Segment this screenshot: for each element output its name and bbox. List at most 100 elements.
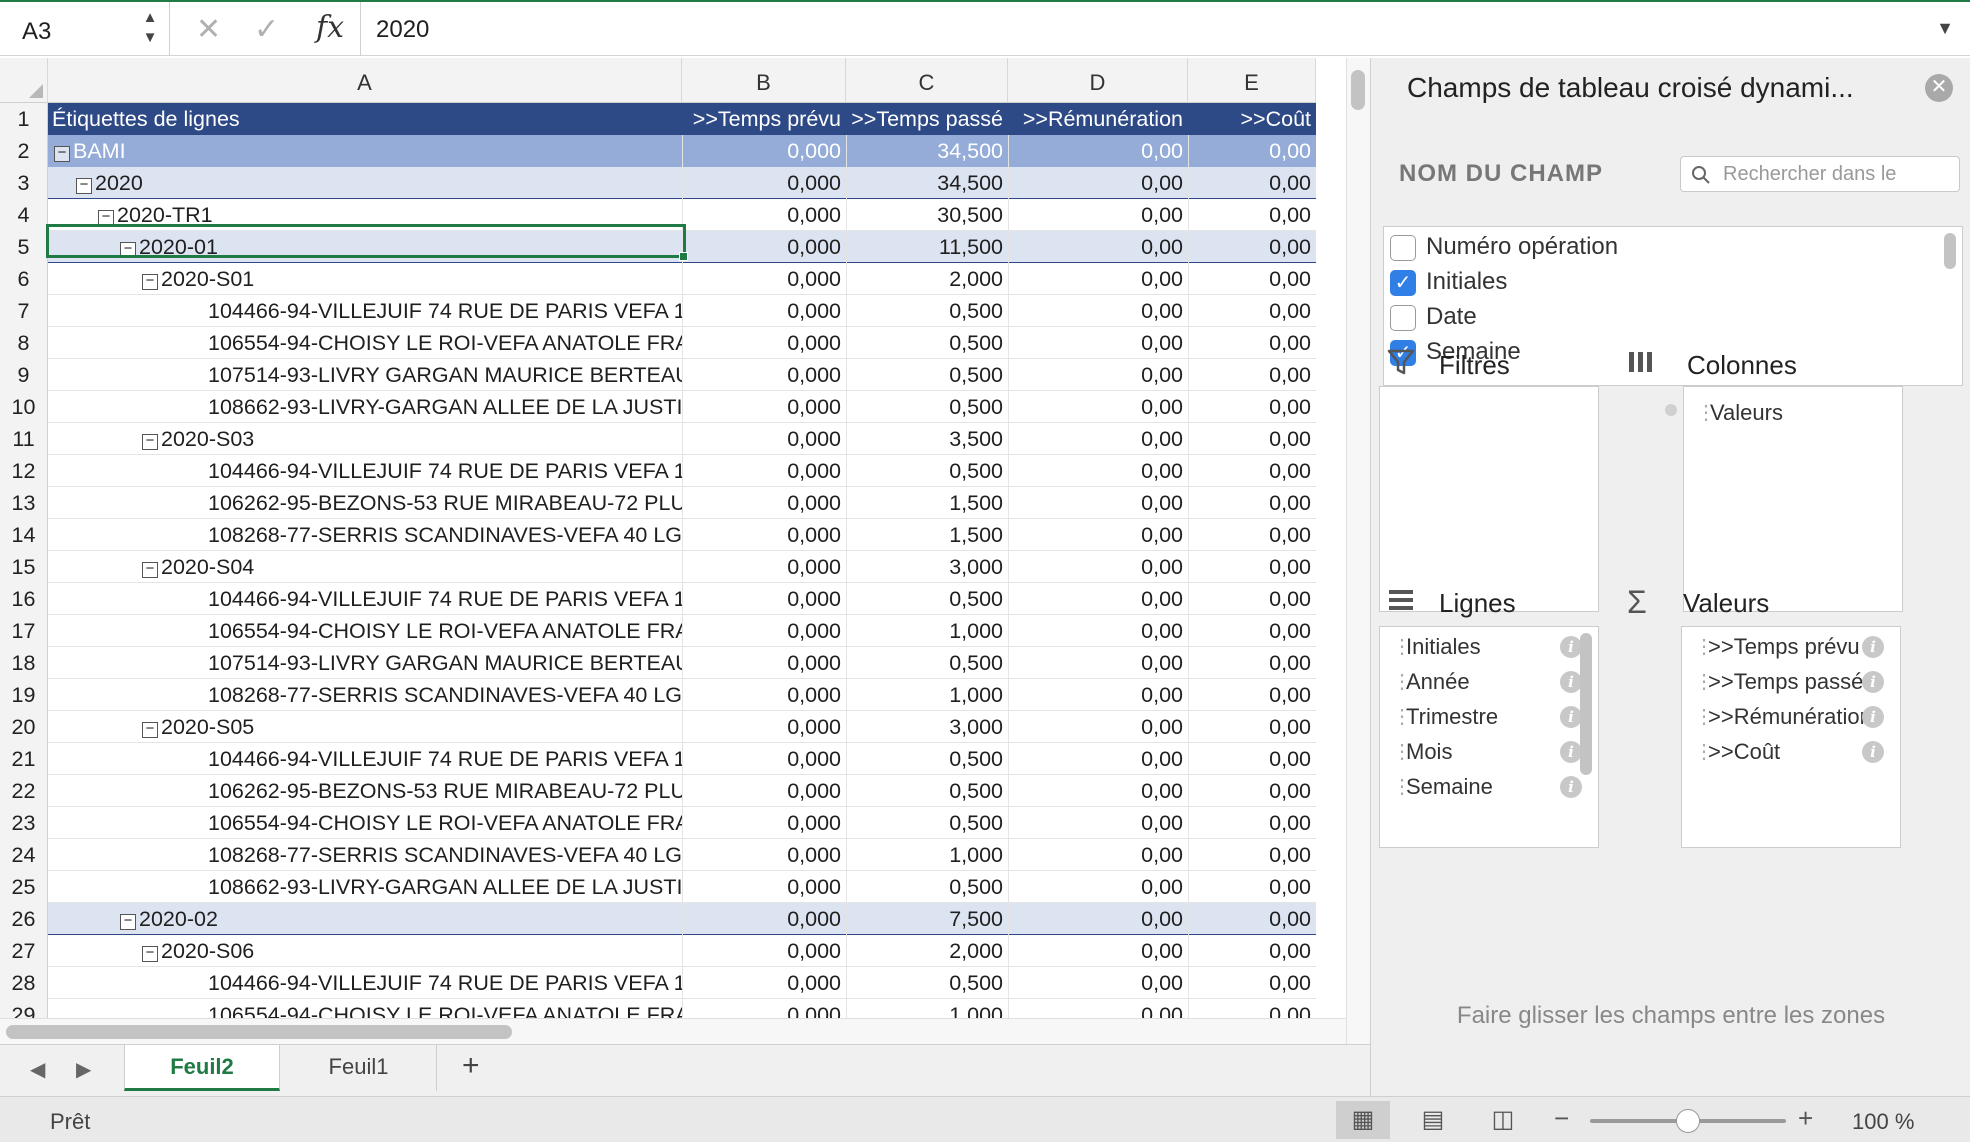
collapse-icon[interactable]: − xyxy=(120,241,136,258)
header-temps-passe[interactable]: >>Temps passé xyxy=(846,103,1008,135)
value-cell[interactable]: 0,00 xyxy=(1188,583,1316,615)
values-zone-item[interactable]: ⋮ >>Coût i xyxy=(1682,734,1892,770)
row-number[interactable]: 22 xyxy=(0,775,48,807)
scroll-thumb[interactable] xyxy=(1351,70,1365,110)
value-cell[interactable]: 0,00 xyxy=(1188,615,1316,647)
row-label-cell[interactable]: −2020-S06 xyxy=(48,935,682,967)
value-cell[interactable]: 0,00 xyxy=(1188,903,1316,935)
row-number[interactable]: 20 xyxy=(0,711,48,743)
value-cell[interactable]: 0,000 xyxy=(682,935,846,967)
drag-grip-icon[interactable]: ⋮ xyxy=(1694,699,1714,735)
row-label-cell[interactable]: 106554-94-CHOISY LE ROI-VEFA ANATOLE FRA… xyxy=(48,999,682,1018)
value-cell[interactable]: 0,00 xyxy=(1008,391,1188,423)
row-label-cell[interactable]: 108268-77-SERRIS SCANDINAVES-VEFA 40 LGT… xyxy=(48,839,682,871)
rows-zone-item[interactable]: ⋮ Initiales i xyxy=(1380,629,1590,665)
value-cell[interactable]: 1,500 xyxy=(846,487,1008,519)
row-label-cell[interactable]: 108268-77-SERRIS SCANDINAVES-VEFA 40 LGT… xyxy=(48,679,682,711)
value-cell[interactable]: 0,00 xyxy=(1008,359,1188,391)
pivot-row-labels-header[interactable]: Étiquettes de lignes ▼ xyxy=(48,103,682,135)
drag-grip-icon[interactable]: ⋮ xyxy=(1392,629,1412,665)
value-cell[interactable]: 2,000 xyxy=(846,935,1008,967)
row-number[interactable]: 5 xyxy=(0,231,48,263)
row-number[interactable]: 9 xyxy=(0,359,48,391)
value-cell[interactable]: 0,00 xyxy=(1188,871,1316,903)
value-cell[interactable]: 0,000 xyxy=(682,135,846,167)
row-number[interactable]: 19 xyxy=(0,679,48,711)
value-cell[interactable]: 0,00 xyxy=(1008,455,1188,487)
info-icon[interactable]: i xyxy=(1560,776,1582,798)
value-cell[interactable]: 0,00 xyxy=(1188,359,1316,391)
value-cell[interactable]: 0,00 xyxy=(1188,967,1316,999)
value-cell[interactable]: 0,000 xyxy=(682,551,846,583)
row-label-cell[interactable]: 108662-93-LIVRY-GARGAN ALLEE DE LA JUSTI… xyxy=(48,391,682,423)
value-cell[interactable]: 0,00 xyxy=(1008,199,1188,231)
formula-input[interactable]: 2020 xyxy=(376,16,429,44)
normal-view-icon[interactable]: ▦ xyxy=(1336,1101,1390,1139)
row-number[interactable]: 10 xyxy=(0,391,48,423)
value-cell[interactable]: 11,500 xyxy=(846,231,1008,263)
row-label-cell[interactable]: 107514-93-LIVRY GARGAN MAURICE BERTEAUX xyxy=(48,647,682,679)
value-cell[interactable]: 0,500 xyxy=(846,871,1008,903)
value-cell[interactable]: 1,000 xyxy=(846,999,1008,1018)
value-cell[interactable]: 0,00 xyxy=(1188,711,1316,743)
value-cell[interactable]: 0,000 xyxy=(682,263,846,295)
value-cell[interactable]: 0,00 xyxy=(1008,999,1188,1018)
name-box[interactable]: A3 ▲ ▼ xyxy=(0,2,170,56)
row-label-cell[interactable]: −2020-S05 xyxy=(48,711,682,743)
row-number[interactable]: 2 xyxy=(0,135,48,167)
value-cell[interactable]: 0,500 xyxy=(846,295,1008,327)
value-cell[interactable]: 0,500 xyxy=(846,807,1008,839)
value-cell[interactable]: 0,000 xyxy=(682,327,846,359)
info-icon[interactable]: i xyxy=(1862,706,1884,728)
row-label-cell[interactable]: 106554-94-CHOISY LE ROI-VEFA ANATOLE FRA… xyxy=(48,327,682,359)
value-cell[interactable]: 0,00 xyxy=(1188,647,1316,679)
row-label-cell[interactable]: −2020-01 xyxy=(48,231,682,263)
row-number[interactable]: 15 xyxy=(0,551,48,583)
row-label-cell[interactable]: 106262-95-BEZONS-53 RUE MIRABEAU-72 PLUS xyxy=(48,487,682,519)
zoom-slider-thumb[interactable] xyxy=(1676,1109,1700,1133)
row-label-cell[interactable]: −2020-S04 xyxy=(48,551,682,583)
vertical-scrollbar[interactable] xyxy=(1346,58,1370,1048)
row-label-cell[interactable]: −2020-02 xyxy=(48,903,682,935)
info-icon[interactable]: i xyxy=(1560,636,1582,658)
value-cell[interactable]: 0,00 xyxy=(1008,903,1188,935)
field-list-item[interactable]: ✓ Initiales xyxy=(1390,264,1507,300)
row-number[interactable]: 25 xyxy=(0,871,48,903)
value-cell[interactable]: 3,000 xyxy=(846,711,1008,743)
value-cell[interactable]: 0,00 xyxy=(1188,167,1316,199)
rows-zone-scrollbar[interactable] xyxy=(1580,633,1592,775)
field-list-item[interactable]: Numéro opération xyxy=(1390,229,1618,265)
header-remuneration[interactable]: >>Rémunération xyxy=(1008,103,1188,135)
row-number[interactable]: 23 xyxy=(0,807,48,839)
page-layout-view-icon[interactable]: ▤ xyxy=(1406,1101,1460,1139)
field-list-scrollbar[interactable] xyxy=(1944,233,1956,269)
column-header-d[interactable]: D xyxy=(1008,58,1188,103)
pane-splitter-handle[interactable] xyxy=(1665,404,1677,416)
value-cell[interactable]: 0,000 xyxy=(682,999,846,1018)
info-icon[interactable]: i xyxy=(1862,671,1884,693)
value-cell[interactable]: 0,000 xyxy=(682,231,846,263)
drag-grip-icon[interactable]: ⋮ xyxy=(1694,629,1714,665)
horizontal-scrollbar[interactable] xyxy=(0,1018,1346,1044)
columns-zone[interactable]: ⋮ Valeurs xyxy=(1683,386,1903,612)
drag-grip-icon[interactable]: ⋮ xyxy=(1694,734,1714,770)
next-sheet-icon[interactable]: ▶ xyxy=(76,1057,91,1082)
header-cout[interactable]: >>Coût xyxy=(1188,103,1316,135)
info-icon[interactable]: i xyxy=(1560,741,1582,763)
value-cell[interactable]: 0,00 xyxy=(1188,743,1316,775)
rows-zone-item[interactable]: ⋮ Semaine i xyxy=(1380,769,1590,805)
row-number[interactable]: 13 xyxy=(0,487,48,519)
value-cell[interactable]: 0,00 xyxy=(1008,743,1188,775)
rows-zone-item[interactable]: ⋮ Trimestre i xyxy=(1380,699,1590,735)
value-cell[interactable]: 0,00 xyxy=(1188,487,1316,519)
checkbox-icon[interactable] xyxy=(1390,235,1416,261)
row-label-cell[interactable]: 104466-94-VILLEJUIF 74 RUE DE PARIS VEFA… xyxy=(48,295,682,327)
value-cell[interactable]: 0,00 xyxy=(1188,551,1316,583)
value-cell[interactable]: 0,00 xyxy=(1008,231,1188,263)
value-cell[interactable]: 0,00 xyxy=(1008,967,1188,999)
column-header-a[interactable]: A xyxy=(48,58,682,103)
value-cell[interactable]: 0,00 xyxy=(1188,775,1316,807)
scroll-thumb[interactable] xyxy=(6,1025,512,1039)
rows-zone[interactable]: ⋮ Initiales i ⋮ Année i ⋮ Trimestre i ⋮ Mois i ⋮ Sema… xyxy=(1379,626,1599,848)
value-cell[interactable]: 0,00 xyxy=(1008,871,1188,903)
